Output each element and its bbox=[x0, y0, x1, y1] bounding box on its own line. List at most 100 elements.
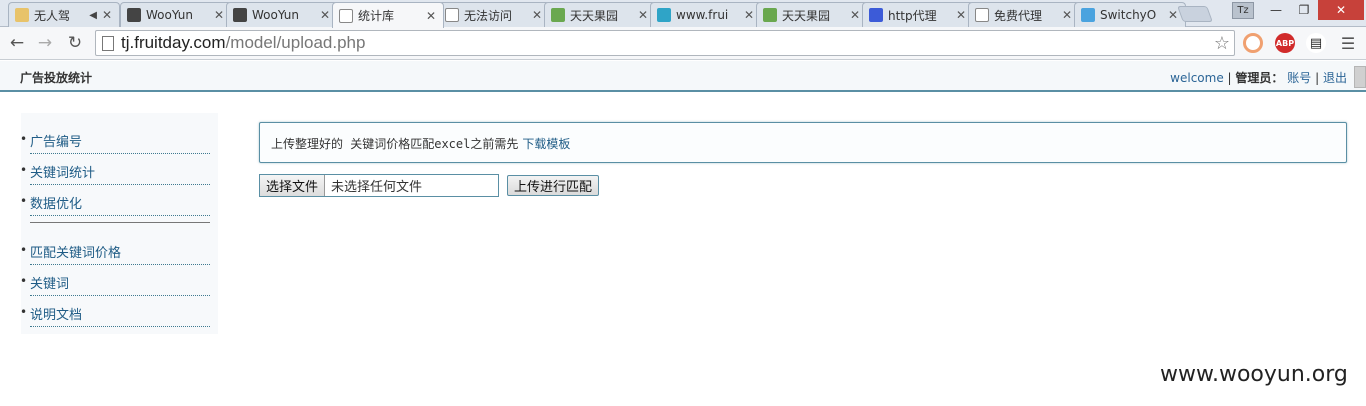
tab-close-icon[interactable]: ✕ bbox=[213, 8, 225, 22]
page-icon bbox=[445, 8, 459, 22]
sidebar-divider bbox=[30, 222, 210, 223]
bullet-icon: • bbox=[20, 194, 28, 208]
tab-title: SwitchyO bbox=[1100, 8, 1157, 22]
site-title: 广告投放统计 bbox=[20, 71, 93, 85]
tab-close-icon[interactable]: ✕ bbox=[101, 8, 113, 22]
app-icon bbox=[15, 8, 29, 22]
tab-title: 无法访问 bbox=[464, 8, 513, 23]
grid-icon bbox=[763, 8, 777, 22]
tab-title: WooYun bbox=[252, 8, 300, 22]
separator: | bbox=[1227, 71, 1232, 85]
tab-close-icon[interactable]: ✕ bbox=[1167, 8, 1179, 22]
sidebar: • 广告编号 • 关键词统计 • 数据优化 • 匹配关键词价格 • 关键词 • … bbox=[20, 113, 218, 334]
upload-match-button[interactable]: 上传进行匹配 bbox=[507, 175, 600, 196]
browser-tab[interactable]: 统计库 ✕ bbox=[332, 2, 444, 28]
tab-title: 天天果园 bbox=[782, 8, 831, 23]
account-link[interactable]: 账号 bbox=[1287, 71, 1311, 85]
fruit-icon bbox=[657, 8, 671, 22]
tab-close-icon[interactable]: ✕ bbox=[531, 8, 543, 22]
menu-icon[interactable]: ☰ bbox=[1339, 34, 1357, 53]
watermark: www.wooyun.org bbox=[1160, 362, 1348, 387]
file-input[interactable]: 选择文件 未选择任何文件 bbox=[259, 174, 499, 197]
tab-close-icon[interactable]: ✕ bbox=[955, 8, 967, 22]
url-host: tj.fruitday.com bbox=[121, 33, 226, 52]
role-label: 管理员： bbox=[1235, 71, 1284, 85]
browser-tab[interactable]: 免费代理 ✕ bbox=[968, 2, 1080, 27]
sidebar-item-keyword-stats[interactable]: • 关键词统计 bbox=[20, 154, 210, 185]
logout-link[interactable]: 退出 bbox=[1323, 71, 1347, 85]
adblock-icon[interactable]: ABP bbox=[1275, 33, 1295, 53]
bullet-icon: • bbox=[20, 132, 28, 146]
tab-close-icon[interactable]: ✕ bbox=[319, 8, 331, 22]
tab-close-icon[interactable]: ✕ bbox=[743, 8, 755, 22]
page-icon bbox=[975, 8, 989, 22]
sidebar-item-data-optimization[interactable]: • 数据优化 bbox=[20, 185, 210, 216]
browser-tab[interactable]: 天天果园 ✕ bbox=[756, 2, 868, 27]
choose-file-button[interactable]: 选择文件 bbox=[260, 175, 326, 196]
welcome-link[interactable]: welcome bbox=[1170, 71, 1224, 85]
browser-tab[interactable]: WooYun ✕ bbox=[226, 2, 338, 27]
tab-title: 统计库 bbox=[358, 9, 395, 23]
browser-tab[interactable]: 无人驾 ◀ ✕ bbox=[8, 2, 120, 27]
upload-notice: 上传整理好的 关键词价格匹配excel之前需先 下载模板 bbox=[259, 122, 1347, 163]
url-path: /model/upload.php bbox=[225, 33, 366, 52]
tab-close-icon[interactable]: ✕ bbox=[637, 8, 649, 22]
bullet-icon: • bbox=[20, 243, 28, 257]
minimize-icon[interactable]: — bbox=[1262, 0, 1290, 20]
tab-title: http代理 bbox=[888, 8, 937, 23]
download-template-link[interactable]: 下载模板 bbox=[522, 137, 570, 151]
browser-tab[interactable]: WooYun ✕ bbox=[120, 2, 232, 27]
grid-icon bbox=[551, 8, 565, 22]
notice-text: 上传整理好的 关键词价格匹配excel之前需先 下载模板 bbox=[271, 135, 570, 152]
tab-close-icon[interactable]: ✕ bbox=[849, 8, 861, 22]
sidebar-item-label[interactable]: 说明文档 bbox=[30, 304, 82, 323]
scrollbar[interactable] bbox=[1354, 66, 1366, 88]
tab-title: 免费代理 bbox=[994, 8, 1043, 23]
browser-toolbar: ← → ↻ tj.fruitday.com/model/upload.php ☆… bbox=[0, 27, 1366, 60]
speaker-icon[interactable]: ◀ bbox=[89, 10, 97, 21]
wooyun-icon bbox=[233, 8, 247, 22]
sidebar-item-label[interactable]: 匹配关键词价格 bbox=[30, 242, 121, 261]
forward-arrow-icon[interactable]: → bbox=[34, 32, 56, 54]
tab-close-icon[interactable]: ✕ bbox=[1061, 8, 1073, 22]
circle-icon bbox=[1081, 8, 1095, 22]
tab-title: 天天果园 bbox=[570, 8, 619, 23]
paw-icon bbox=[869, 8, 883, 22]
user-box: welcome | 管理员： 账号 | 退出 bbox=[1170, 69, 1347, 86]
reload-icon[interactable]: ↻ bbox=[64, 32, 86, 54]
site-header: 广告投放统计 welcome | 管理员： 账号 | 退出 bbox=[0, 61, 1366, 92]
bullet-icon: • bbox=[20, 163, 28, 177]
browser-tab[interactable]: SwitchyO ✕ bbox=[1074, 2, 1186, 27]
browser-tab[interactable]: www.frui ✕ bbox=[650, 2, 762, 27]
page-icon bbox=[102, 35, 114, 51]
extension-ring-icon[interactable] bbox=[1243, 33, 1263, 53]
page-icon bbox=[339, 8, 353, 23]
browser-tab[interactable]: 无法访问 ✕ bbox=[438, 2, 550, 27]
window-close-icon[interactable]: ✕ bbox=[1318, 0, 1364, 20]
sidebar-item-keywords[interactable]: • 关键词 bbox=[20, 265, 210, 296]
incognito-glasses-icon[interactable]: ▤ bbox=[1306, 33, 1326, 53]
bookmark-star-icon[interactable]: ☆ bbox=[1214, 33, 1230, 54]
profile-button[interactable]: Tz bbox=[1232, 2, 1254, 19]
tab-title: www.frui bbox=[676, 8, 729, 22]
address-bar[interactable]: tj.fruitday.com/model/upload.php ☆ bbox=[95, 30, 1235, 56]
sidebar-item-label[interactable]: 广告编号 bbox=[30, 131, 82, 150]
bullet-icon: • bbox=[20, 274, 28, 288]
new-tab-button[interactable] bbox=[1177, 6, 1213, 22]
tab-title: 无人驾 bbox=[34, 8, 71, 23]
sidebar-item-match-keyword-price[interactable]: • 匹配关键词价格 bbox=[20, 234, 210, 265]
maximize-icon[interactable]: ❐ bbox=[1290, 0, 1318, 20]
browser-tab[interactable]: http代理 ✕ bbox=[862, 2, 974, 27]
sidebar-item-ad-number[interactable]: • 广告编号 bbox=[20, 123, 210, 154]
sidebar-item-docs[interactable]: • 说明文档 bbox=[20, 296, 210, 327]
tab-close-icon[interactable]: ✕ bbox=[425, 9, 437, 23]
bullet-icon: • bbox=[20, 305, 28, 319]
sidebar-item-label[interactable]: 关键词 bbox=[30, 273, 69, 292]
browser-tab[interactable]: 天天果园 ✕ bbox=[544, 2, 656, 27]
sidebar-item-label[interactable]: 数据优化 bbox=[30, 193, 82, 212]
tab-strip: 无人驾 ◀ ✕ WooYun ✕ WooYun ✕ 统计库 ✕ 无法访问 ✕ 天天果园 ✕ www.fru… bbox=[0, 0, 1366, 28]
wooyun-icon bbox=[127, 8, 141, 22]
url-text[interactable]: tj.fruitday.com/model/upload.php bbox=[121, 33, 365, 53]
back-arrow-icon[interactable]: ← bbox=[6, 32, 28, 54]
sidebar-item-label[interactable]: 关键词统计 bbox=[30, 162, 95, 181]
